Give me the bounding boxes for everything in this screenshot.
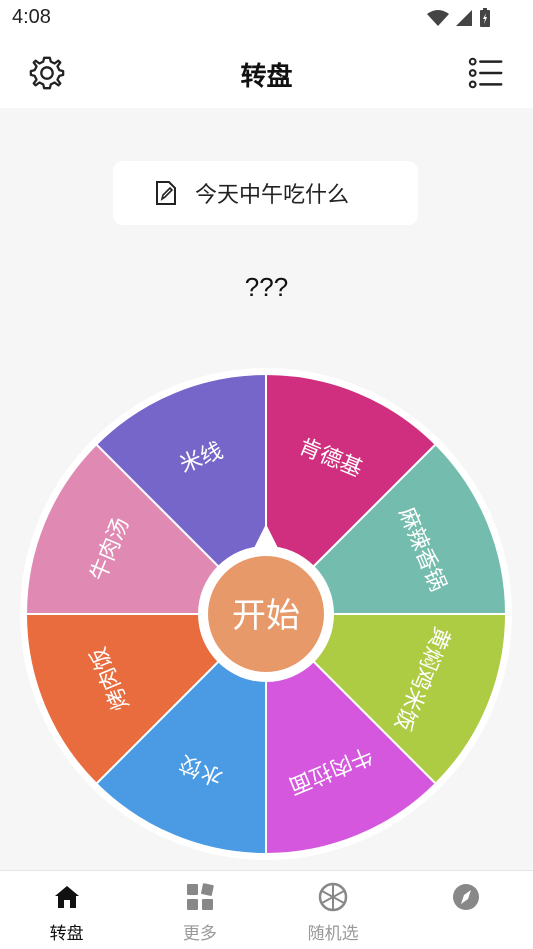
signal-icon bbox=[456, 10, 472, 26]
tab-wheel[interactable]: 转盘 bbox=[0, 871, 133, 949]
tab-more[interactable]: 更多 bbox=[133, 871, 266, 949]
status-bar: 4:08 bbox=[0, 0, 533, 36]
compass-icon bbox=[453, 884, 480, 910]
app-bar: 转盘 bbox=[0, 36, 533, 108]
home-icon bbox=[54, 886, 79, 908]
result-text: ??? bbox=[244, 272, 289, 302]
aperture-icon bbox=[318, 882, 348, 912]
grid-icon bbox=[186, 883, 214, 910]
tab-explore[interactable] bbox=[400, 871, 533, 949]
tab-label: 更多 bbox=[182, 924, 217, 944]
page-title: 转盘 bbox=[240, 62, 293, 92]
tab-label: 随机选 bbox=[307, 924, 359, 944]
list-menu-icon[interactable] bbox=[467, 54, 505, 92]
tab-random[interactable]: 随机选 bbox=[267, 871, 400, 949]
edit-icon bbox=[156, 181, 176, 205]
tab-label: 转盘 bbox=[49, 924, 84, 944]
question-text: 今天中午吃什么 bbox=[195, 183, 350, 208]
start-button-label: 开始 bbox=[232, 596, 300, 636]
status-icons bbox=[427, 8, 491, 28]
question-card[interactable]: 今天中午吃什么 bbox=[113, 161, 418, 225]
wifi-icon bbox=[427, 10, 449, 26]
status-time: 4:08 bbox=[12, 6, 51, 28]
spin-wheel[interactable]: 肯德基麻辣香锅黄焖鸡米饭牛肉拉面水饺烤肉饭牛肉汤米线 开始 bbox=[0, 360, 533, 860]
bottom-tab-bar: 转盘 更多 随机选 bbox=[0, 870, 533, 949]
battery-icon bbox=[480, 8, 490, 27]
